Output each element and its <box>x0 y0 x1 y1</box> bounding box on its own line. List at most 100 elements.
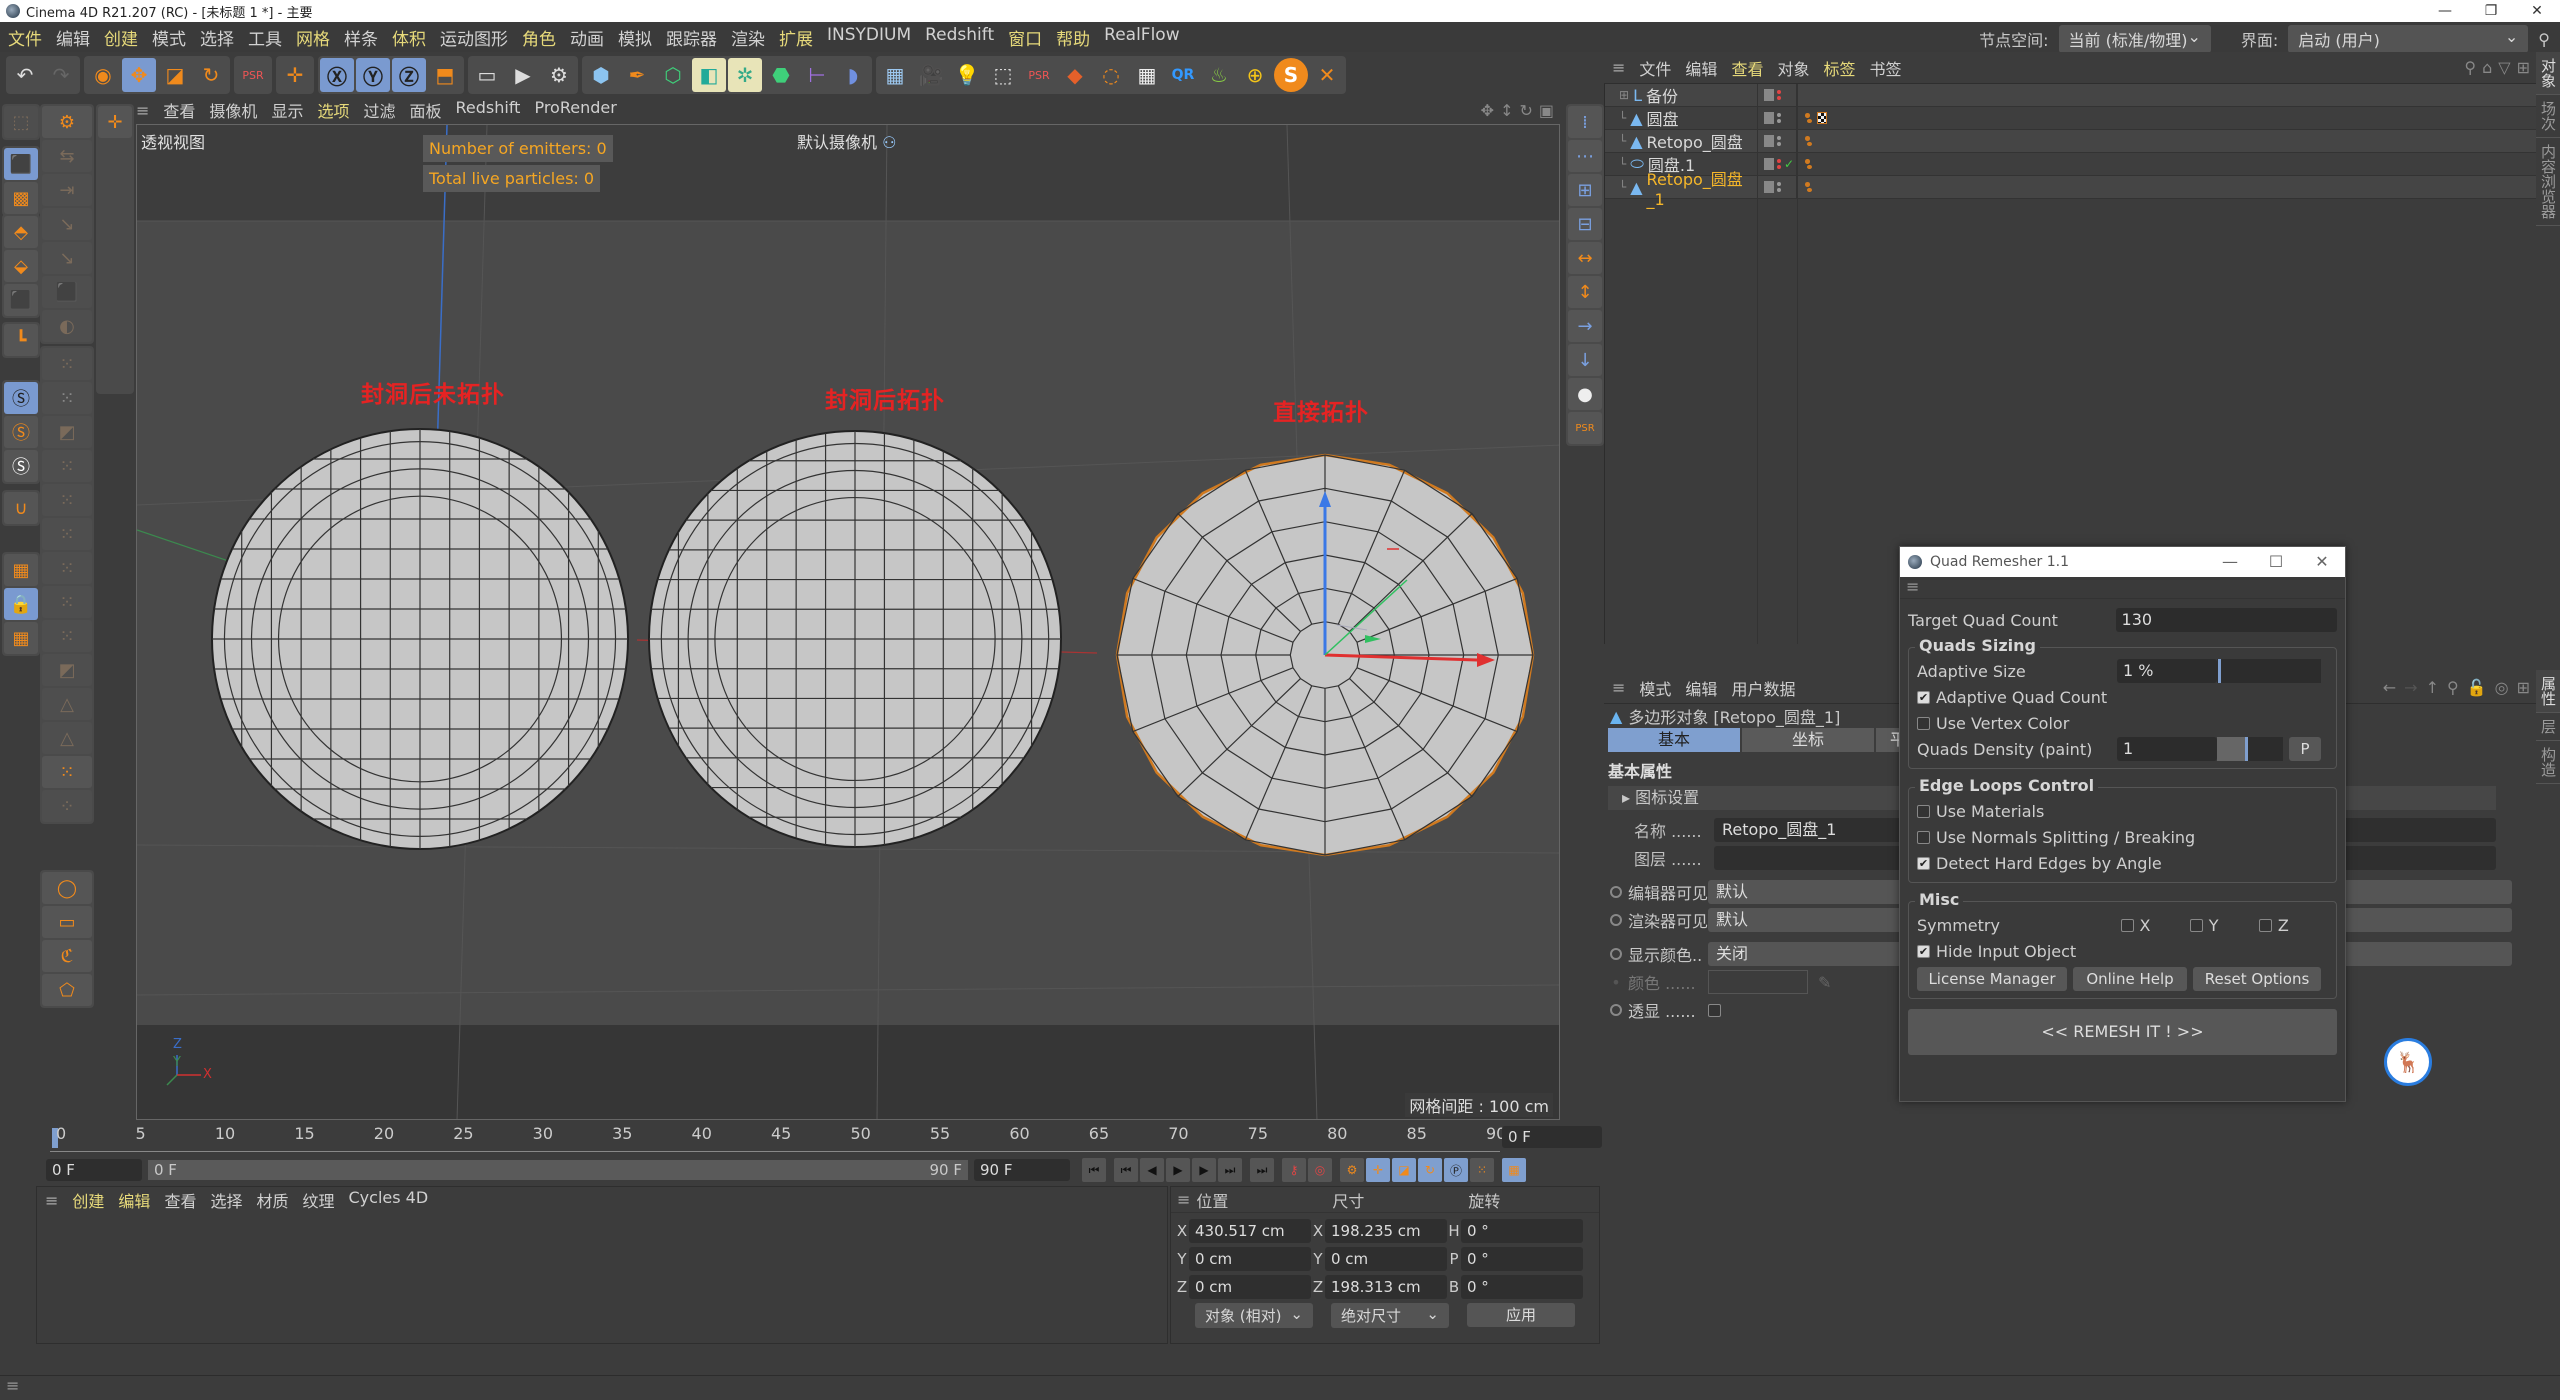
timeline-window-icon[interactable]: ▦ <box>1502 1158 1526 1182</box>
animate-radio[interactable] <box>1610 914 1622 926</box>
select-pattern-icon[interactable]: ⁘ <box>42 790 92 822</box>
animate-radio[interactable] <box>1610 948 1622 960</box>
object-menu-item-1[interactable]: 编辑 <box>1685 56 1717 80</box>
deformer-icon[interactable]: ◗ <box>836 58 870 92</box>
render-picture-viewer-icon[interactable]: ▶ <box>506 58 540 92</box>
knife-icon[interactable]: ◐ <box>42 310 92 342</box>
back-arrow-icon[interactable]: ← <box>2383 678 2396 697</box>
object-row[interactable]: ⊞ Ⅼ 备份 <box>1605 84 2536 107</box>
object-name[interactable]: 备份 <box>1646 83 1678 107</box>
use-materials-checkbox[interactable] <box>1917 804 1930 818</box>
menu-item-17[interactable]: Redshift <box>925 25 994 50</box>
polygon-selection-icon[interactable]: ⬠ <box>42 974 92 1006</box>
filter-icon[interactable]: ▽ <box>2498 58 2510 77</box>
lock-workplane-icon[interactable]: 🔒 <box>4 588 38 620</box>
rotation-field[interactable]: 0 ° <box>1461 1247 1583 1271</box>
pen-icon[interactable]: ✒ <box>620 58 654 92</box>
target-icon[interactable]: ⊕ <box>1238 58 1272 92</box>
distribute-down-icon[interactable]: ↓ <box>1568 344 1602 376</box>
visibility-dots-icon[interactable] <box>1777 90 1781 100</box>
hamburger-icon[interactable]: ≡ <box>45 1191 58 1210</box>
texture-tag-icon[interactable] <box>1817 112 1827 124</box>
prev-frame-icon[interactable]: ◀ <box>1140 1158 1164 1182</box>
start-frame-field[interactable]: 0 F <box>46 1159 142 1181</box>
invert-visibility-icon[interactable]: ◩ <box>42 654 92 686</box>
use-normals-checkbox[interactable] <box>1917 830 1930 844</box>
y-axis-icon[interactable]: Ⓨ <box>356 58 390 92</box>
dolly-view-icon[interactable]: ↕ <box>1500 101 1513 120</box>
realflow-icon[interactable]: ♨ <box>1202 58 1236 92</box>
play-icon[interactable]: ▶ <box>1166 1158 1190 1182</box>
sym-z-checkbox[interactable] <box>2258 918 2272 932</box>
reset-options-button[interactable]: Reset Options <box>2193 967 2321 991</box>
mograph-icon[interactable]: ⬣ <box>764 58 798 92</box>
solo-hierarchy-icon[interactable]: Ⓢ <box>4 416 38 448</box>
timeline-ruler[interactable]: 0 5 10 15 20 25 30 35 40 45 50 55 60 65 70 75 80 85 90 0 F <box>50 1122 1602 1158</box>
key-scale-icon[interactable]: ◪ <box>1392 1158 1416 1182</box>
menu-item-15[interactable]: 扩展 <box>779 25 813 50</box>
workplane-icon[interactable]: ▦ <box>4 554 38 586</box>
unhide-all-icon[interactable]: ⁙ <box>42 620 92 652</box>
viewport-menu-item-1[interactable]: 摄像机 <box>209 98 257 122</box>
visibility-dots-icon[interactable] <box>1777 136 1781 146</box>
shrink-selection-icon[interactable]: ⁙ <box>42 518 92 550</box>
rectangle-selection-icon[interactable]: ▭ <box>42 906 92 938</box>
phong-tag-icon[interactable] <box>1805 159 1812 169</box>
menu-item-16[interactable]: INSYDIUM <box>827 25 911 50</box>
x-axis-icon[interactable]: Ⓧ <box>320 58 354 92</box>
cloner-icon[interactable]: ✲ <box>728 58 762 92</box>
grow-selection-icon[interactable]: ⁙ <box>42 484 92 516</box>
move-tool-icon[interactable]: ✛ <box>278 58 312 92</box>
polygons-mode-icon[interactable]: ⬛ <box>4 284 38 316</box>
viewport-menu-item-6[interactable]: Redshift <box>456 98 521 122</box>
keyframe-selection-icon[interactable]: ⚙ <box>1340 1158 1364 1182</box>
sym-x-checkbox[interactable] <box>2120 918 2134 932</box>
menu-item-10[interactable]: 角色 <box>522 25 556 50</box>
viewport-menu-item-4[interactable]: 过滤 <box>363 98 395 122</box>
snap-magnet-icon[interactable]: ∪ <box>4 492 38 524</box>
attr-menu-mode[interactable]: 模式 <box>1639 676 1671 700</box>
layer-icon[interactable] <box>1764 112 1774 124</box>
convert-selection-icon[interactable]: ↘ <box>42 208 92 240</box>
apply-button[interactable]: 应用 <box>1467 1303 1575 1327</box>
points-mode-icon[interactable]: ⬘ <box>4 216 38 248</box>
visibility-dots-icon[interactable] <box>1777 113 1781 123</box>
rotation-field[interactable]: 0 ° <box>1461 1275 1583 1299</box>
size-field[interactable]: 0 cm <box>1325 1247 1447 1271</box>
prev-key-icon[interactable]: ⏮ <box>1114 1158 1138 1182</box>
range-slider[interactable]: 0 F 90 F <box>148 1160 968 1180</box>
forward-arrow-icon[interactable]: → <box>2404 678 2417 697</box>
position-field[interactable]: 430.517 cm <box>1189 1219 1311 1243</box>
go-to-start-icon[interactable]: ⏮ <box>1082 1158 1106 1182</box>
eyedropper-icon[interactable]: ✎ <box>1818 973 1831 992</box>
menu-item-9[interactable]: 运动图形 <box>440 25 508 50</box>
disc-mesh-retopo[interactable] <box>648 430 1062 848</box>
select-phong-break-icon[interactable]: ⁙ <box>42 756 92 788</box>
align-icon[interactable]: ⇥ <box>42 174 92 206</box>
menu-item-13[interactable]: 跟踪器 <box>666 25 717 50</box>
adaptive-size-slider[interactable] <box>2217 659 2321 683</box>
key-parameter-icon[interactable]: Ⓟ <box>1444 1158 1468 1182</box>
menu-item-12[interactable]: 模拟 <box>618 25 652 50</box>
move-extra-icon[interactable]: ✛ <box>98 106 132 138</box>
distribute-right-icon[interactable]: → <box>1568 310 1602 342</box>
search-icon[interactable]: ⚲ <box>2464 58 2476 77</box>
qr-icon[interactable]: QR <box>1166 58 1200 92</box>
object-menu-item-0[interactable]: 文件 <box>1639 56 1671 80</box>
home-icon[interactable]: ⌂ <box>2482 58 2492 77</box>
maximize-button[interactable]: ❐ <box>2468 0 2514 22</box>
side-tab-1[interactable]: 场次 <box>2536 95 2560 138</box>
node-space-dropdown[interactable]: 当前 (标准/物理) ⌄ <box>2058 25 2211 53</box>
material-menu-item-4[interactable]: 材质 <box>256 1188 288 1212</box>
viewport-menu-item-7[interactable]: ProRender <box>534 98 616 122</box>
next-frame-icon[interactable]: ▶ <box>1192 1158 1216 1182</box>
side-tab-2[interactable]: 内容浏览器 <box>2536 138 2560 226</box>
side-tab-1[interactable]: 层 <box>2536 713 2560 741</box>
edges-mode-icon[interactable]: ⬙ <box>4 250 38 282</box>
convert-points-icon[interactable]: △ <box>42 722 92 754</box>
lock-icon[interactable]: 🔓 <box>2467 678 2487 697</box>
solo-off-icon[interactable]: Ⓢ <box>4 450 38 482</box>
tab-basic[interactable]: 基本 <box>1608 728 1740 752</box>
hamburger-icon[interactable]: ≡ <box>136 101 149 120</box>
size-mode-dropdown[interactable]: 绝对尺寸 ⌄ <box>1331 1303 1449 1328</box>
